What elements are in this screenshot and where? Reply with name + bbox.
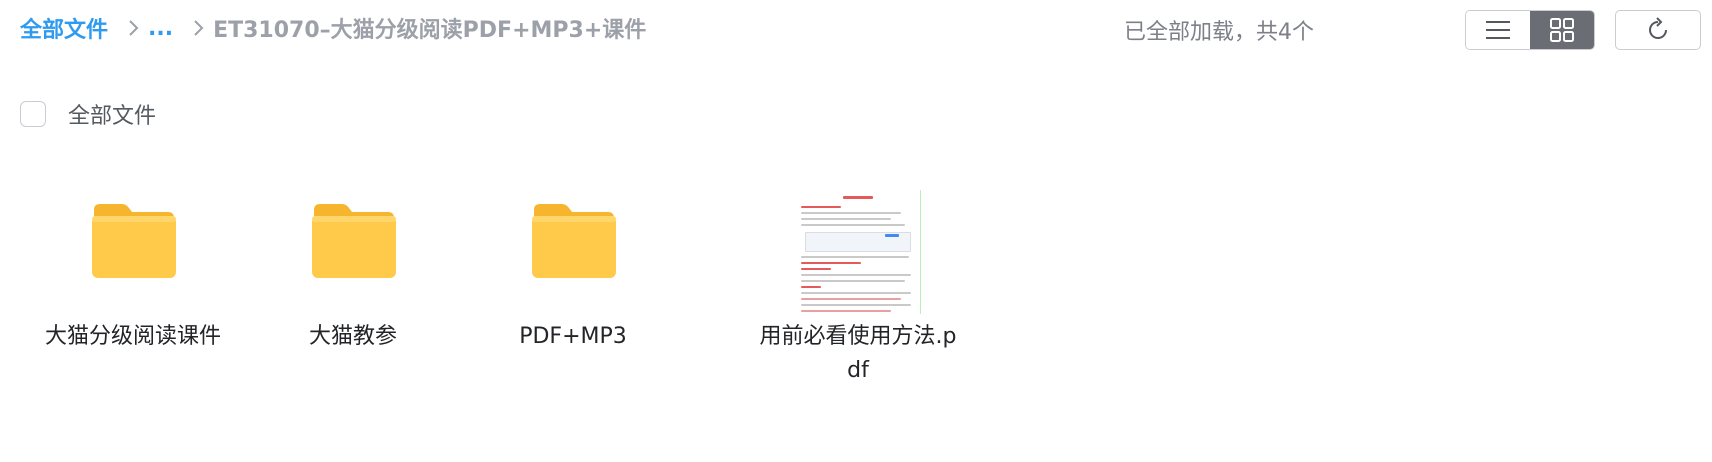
select-all-label: 全部文件 <box>68 104 157 129</box>
file-item-folder[interactable]: 大猫教参 <box>253 200 453 354</box>
breadcrumb-root-link[interactable]: 全部文件 <box>20 12 108 44</box>
file-item-pdf[interactable]: 用前必看使用方法.pdf <box>758 190 958 388</box>
folder-icon <box>312 204 396 278</box>
file-item-folder[interactable]: PDF+MP3 <box>473 200 673 354</box>
breadcrumb: 全部文件 ... ET31070–大猫分级阅读PDF+MP3+课件 <box>20 12 646 44</box>
refresh-icon <box>1649 17 1667 39</box>
chevron-right-icon <box>128 19 140 37</box>
grid-view-button[interactable] <box>1530 11 1594 49</box>
file-name: 大猫分级阅读课件 <box>44 324 221 349</box>
grid-icon <box>1550 18 1574 42</box>
file-thumb <box>253 200 453 320</box>
pdf-thumbnail <box>795 190 921 314</box>
select-all-checkbox[interactable] <box>20 101 46 127</box>
top-bar: 全部文件 ... ET31070–大猫分级阅读PDF+MP3+课件 已全部加载，… <box>0 0 1712 56</box>
select-all-row[interactable]: 全部文件 <box>20 98 156 130</box>
file-name: PDF+MP3 <box>519 324 627 349</box>
file-item-folder[interactable]: 大猫分级阅读课件 <box>33 200 233 354</box>
list-icon <box>1486 21 1510 39</box>
chevron-right-icon <box>193 19 205 37</box>
folder-icon <box>92 204 176 278</box>
refresh-button[interactable] <box>1615 10 1701 50</box>
folder-icon <box>532 204 616 278</box>
breadcrumb-ellipsis-link[interactable]: ... <box>148 16 173 41</box>
breadcrumb-current: ET31070–大猫分级阅读PDF+MP3+课件 <box>213 18 647 43</box>
file-browser: 全部文件 ... ET31070–大猫分级阅读PDF+MP3+课件 已全部加载，… <box>0 0 1712 462</box>
view-toggle <box>1465 10 1595 50</box>
file-thumb <box>473 200 673 320</box>
file-thumb <box>758 190 958 314</box>
load-status-text: 已全部加载，共4个 <box>1124 20 1314 45</box>
file-name: 大猫教参 <box>308 324 397 349</box>
file-name: 用前必看使用方法.pdf <box>759 324 957 383</box>
list-view-button[interactable] <box>1466 11 1530 49</box>
file-thumb <box>33 200 233 320</box>
